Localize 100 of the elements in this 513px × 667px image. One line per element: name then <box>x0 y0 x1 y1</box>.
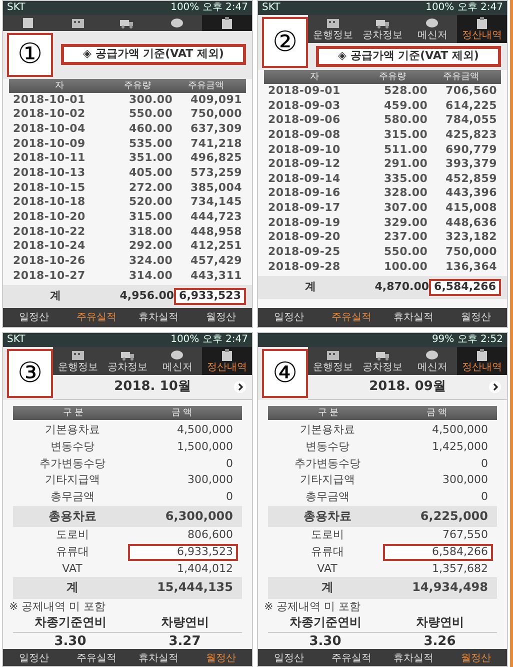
bottom-tab[interactable]: 일정산 <box>258 653 320 665</box>
clipboard-icon <box>475 16 490 28</box>
table-cell-text: 520.00 <box>128 196 173 209</box>
nav-tab[interactable]: 공차정보 <box>358 346 408 375</box>
table-cell-text: 614,225 <box>444 100 497 112</box>
table-cell-text: 405.00 <box>128 167 173 180</box>
efficiency-label: 차량연비 <box>414 616 465 630</box>
bottom-tab[interactable]: 주유실적 <box>320 312 382 323</box>
bottom-tab[interactable]: 휴차실적 <box>382 312 445 323</box>
table-cell-text: 2018-09-14 <box>268 172 342 186</box>
row-label: VAT <box>61 562 84 576</box>
speech-bubble-icon <box>170 348 184 360</box>
column-header: 자 <box>54 80 65 91</box>
row-value: 15,444,135 <box>156 579 234 596</box>
nav-tab[interactable]: 메신저 <box>408 346 458 375</box>
table-cell-text: 409,091 <box>189 94 242 106</box>
table-cell-text: 412,251 <box>189 240 242 253</box>
efficiency-label: 차종기준연비 <box>33 616 108 630</box>
column-header: 주유금액 <box>442 72 480 82</box>
table-cell-text: 2018-09-25 <box>268 246 342 259</box>
bottom-tab[interactable]: 월정산 <box>444 312 507 323</box>
row-value: 0 <box>480 488 489 505</box>
bottom-tab[interactable]: 일정산 <box>258 312 320 323</box>
nav-tab[interactable]: 정산내역 <box>202 346 252 375</box>
nav-tab[interactable] <box>202 14 252 30</box>
bottom-tab[interactable]: 월정산 <box>444 653 507 665</box>
row-label: 총용차료 <box>302 510 352 524</box>
row-label: 도로비 <box>54 529 90 542</box>
nav-tab[interactable]: 운행정보 <box>53 346 103 375</box>
next-icon[interactable] <box>234 381 246 393</box>
row-value: 1,500,000 <box>176 438 234 455</box>
efficiency-value: 3.30 <box>53 634 88 650</box>
table-cell-text: 315.00 <box>382 128 428 142</box>
table-cell-text: 550.00 <box>382 246 428 259</box>
table-cell-text: 385,004 <box>189 182 242 194</box>
row-label: 추가변동수당 <box>38 458 106 470</box>
table-cell-text: 706,560 <box>444 84 497 98</box>
clipboard-icon <box>475 348 490 360</box>
table-cell-text: 2018-09-19 <box>268 216 342 230</box>
table-cell-text: 2018-09-17 <box>268 202 342 215</box>
table-cell-text: 425,823 <box>444 128 497 142</box>
nav-tab[interactable]: 메신저 <box>152 346 202 375</box>
nav-tab[interactable]: 메신저 <box>408 14 458 43</box>
total-sum: 6,584,266 <box>429 279 501 296</box>
nav-tab[interactable]: 운행정보 <box>308 14 358 43</box>
table-cell-text: 2018-10-26 <box>13 254 86 268</box>
row-value: 14,934,498 <box>411 579 489 596</box>
battery-text: 100% <box>170 2 200 13</box>
table-cell-text: 2018-10-11 <box>13 152 86 166</box>
column-header: 주유량 <box>378 72 408 82</box>
bottom-tab[interactable]: 월정산 <box>190 312 252 324</box>
table-cell-text: 328.00 <box>382 187 428 200</box>
bottom-tab[interactable]: 주유실적 <box>65 312 128 324</box>
table-cell-text: 741,218 <box>189 138 242 150</box>
bottom-tab[interactable]: 휴차실적 <box>128 312 190 324</box>
nav-tab[interactable]: 정산내역 <box>457 14 507 43</box>
efficiency-label: 차종기준연비 <box>288 616 362 630</box>
table-cell-text: 237.00 <box>382 231 428 244</box>
table-cell-text: 315.00 <box>128 210 173 224</box>
building-icon <box>70 348 85 360</box>
table-cell-text: 307.00 <box>382 202 428 215</box>
step-number: ③ <box>7 348 53 398</box>
table-cell-text: 690,779 <box>444 144 497 156</box>
efficiency-value: 3.27 <box>168 634 202 650</box>
nav-tab[interactable]: 운행정보 <box>308 346 358 375</box>
nav-tab[interactable]: 공차정보 <box>358 14 408 43</box>
clipboard-icon <box>220 16 234 28</box>
column-header: 구 분 <box>62 408 85 418</box>
efficiency-label: 차량연비 <box>160 616 210 630</box>
column-header: 주유량 <box>123 80 152 91</box>
row-label: 계 <box>65 581 80 596</box>
table-cell-text: 496,825 <box>189 152 242 166</box>
row-label: 변동수당 <box>49 440 96 454</box>
bottom-tab[interactable]: 휴차실적 <box>382 653 445 665</box>
table-cell-text: 750,000 <box>444 246 497 259</box>
bottom-tab[interactable]: 휴차실적 <box>128 653 190 665</box>
table-cell-text: 136,364 <box>444 260 497 274</box>
row-value: 300,000 <box>442 472 489 488</box>
table-cell-text: 2018-09-06 <box>268 114 342 127</box>
column-header: 금 액 <box>170 408 194 418</box>
bottom-tab[interactable]: 주유실적 <box>320 653 382 665</box>
bottom-tab[interactable]: 주유실적 <box>65 653 128 665</box>
table-cell-text: 324.00 <box>128 254 173 268</box>
row-label: 추가변동수당 <box>293 458 362 470</box>
bottom-tab[interactable]: 월정산 <box>190 653 252 665</box>
table-cell-text: 2018-10-18 <box>13 196 86 209</box>
row-value: 767,550 <box>442 527 489 544</box>
bottom-tab[interactable]: 일정산 <box>3 312 66 324</box>
nav-tab[interactable]: 정산내역 <box>457 346 507 375</box>
row-label: 총무금액 <box>304 490 350 504</box>
row-label: 변동수당 <box>304 440 350 454</box>
nav-tab[interactable]: 공차정보 <box>102 346 152 375</box>
bottom-tab[interactable]: 일정산 <box>3 653 66 665</box>
next-icon[interactable] <box>489 381 501 393</box>
row-label: 계 <box>320 581 334 596</box>
row-label: 기타지급액 <box>298 474 356 487</box>
clipboard-icon <box>220 348 234 360</box>
month-title: 2018. 10월 <box>114 380 191 394</box>
table-cell-text: 292.00 <box>128 240 173 253</box>
table-cell-text: 2018-10-27 <box>13 270 86 282</box>
